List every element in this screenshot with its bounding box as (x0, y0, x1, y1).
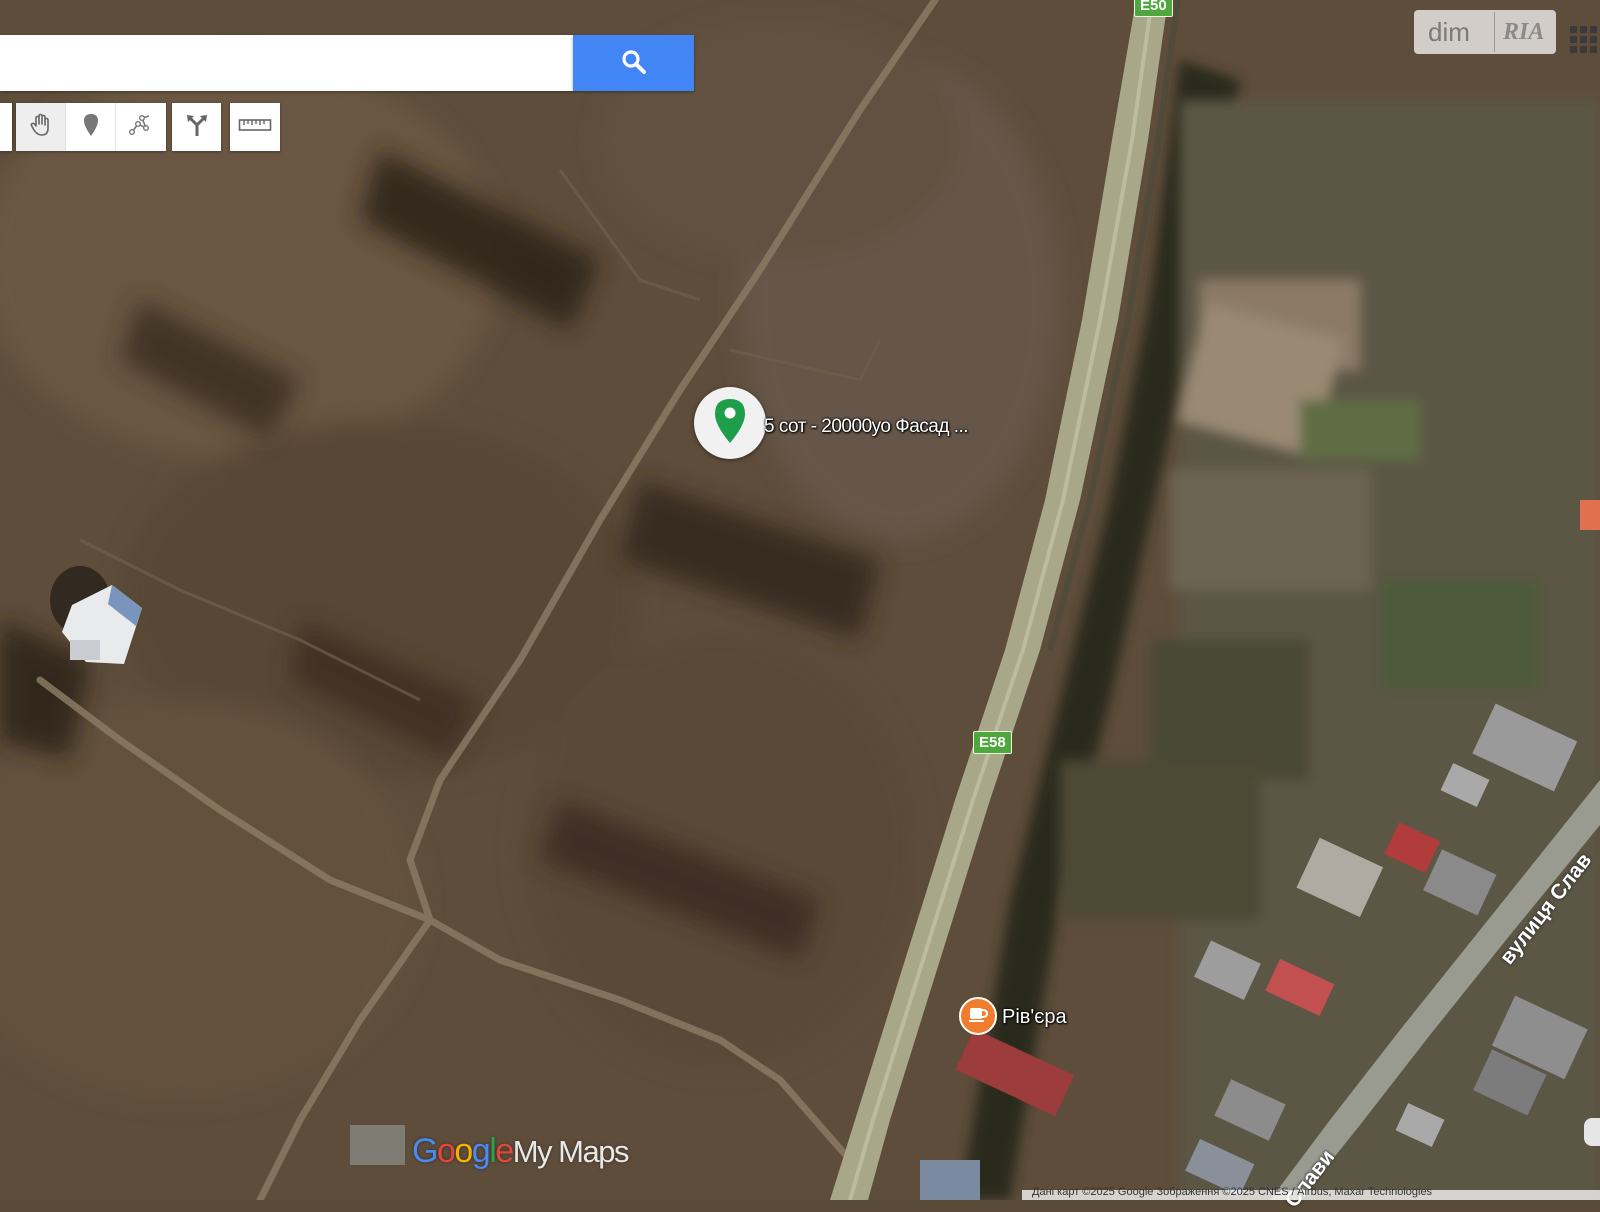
map-canvas[interactable] (0, 0, 1600, 1200)
road-shield-e50: E50 (1134, 0, 1173, 17)
toolbar-main (16, 103, 166, 151)
directions-button[interactable] (172, 103, 221, 151)
attribution-text: Дані карт ©2025 Google Зображення ©2025 … (1032, 1186, 1433, 1198)
hand-icon (28, 112, 54, 143)
green-pin-icon (712, 397, 748, 450)
toolbar-directions (172, 103, 221, 151)
map-marker[interactable] (694, 387, 766, 459)
dim-ria-watermark: dim RIA (1414, 10, 1556, 54)
measure-button[interactable] (230, 103, 280, 151)
watermark-dim: dim (1428, 16, 1470, 47)
satellite-imagery (0, 0, 1600, 1200)
search-icon (621, 49, 647, 78)
search-box[interactable] (0, 35, 573, 91)
apps-grid-icon[interactable] (1570, 26, 1597, 53)
cafe-icon (967, 1004, 989, 1029)
pegman-icon[interactable] (1584, 1118, 1600, 1146)
search-button[interactable] (573, 35, 694, 91)
marker-label[interactable]: 5 сот - 20000уо Фасад ... (764, 416, 969, 438)
add-marker-button[interactable] (66, 103, 116, 151)
ruler-icon (238, 116, 272, 139)
pan-tool-button[interactable] (16, 103, 66, 151)
road-shield-e58: E58 (973, 731, 1012, 754)
toolbar-measure (230, 103, 280, 151)
cafe-poi[interactable] (959, 997, 997, 1035)
search-input[interactable] (0, 35, 573, 91)
google-my-maps-logo: GoogleMy Maps (412, 1132, 629, 1170)
map-attribution: Дані карт ©2025 Google Зображення ©2025 … (1022, 1186, 1600, 1200)
directions-icon (184, 112, 210, 143)
poi-label[interactable]: Рів'єра (1002, 1006, 1067, 1029)
watermark-ria: RIA (1503, 18, 1545, 45)
draw-line-icon (128, 112, 154, 143)
draw-line-button[interactable] (116, 103, 166, 151)
marker-icon (80, 112, 102, 143)
toolbar-undo-stub[interactable] (0, 103, 12, 151)
